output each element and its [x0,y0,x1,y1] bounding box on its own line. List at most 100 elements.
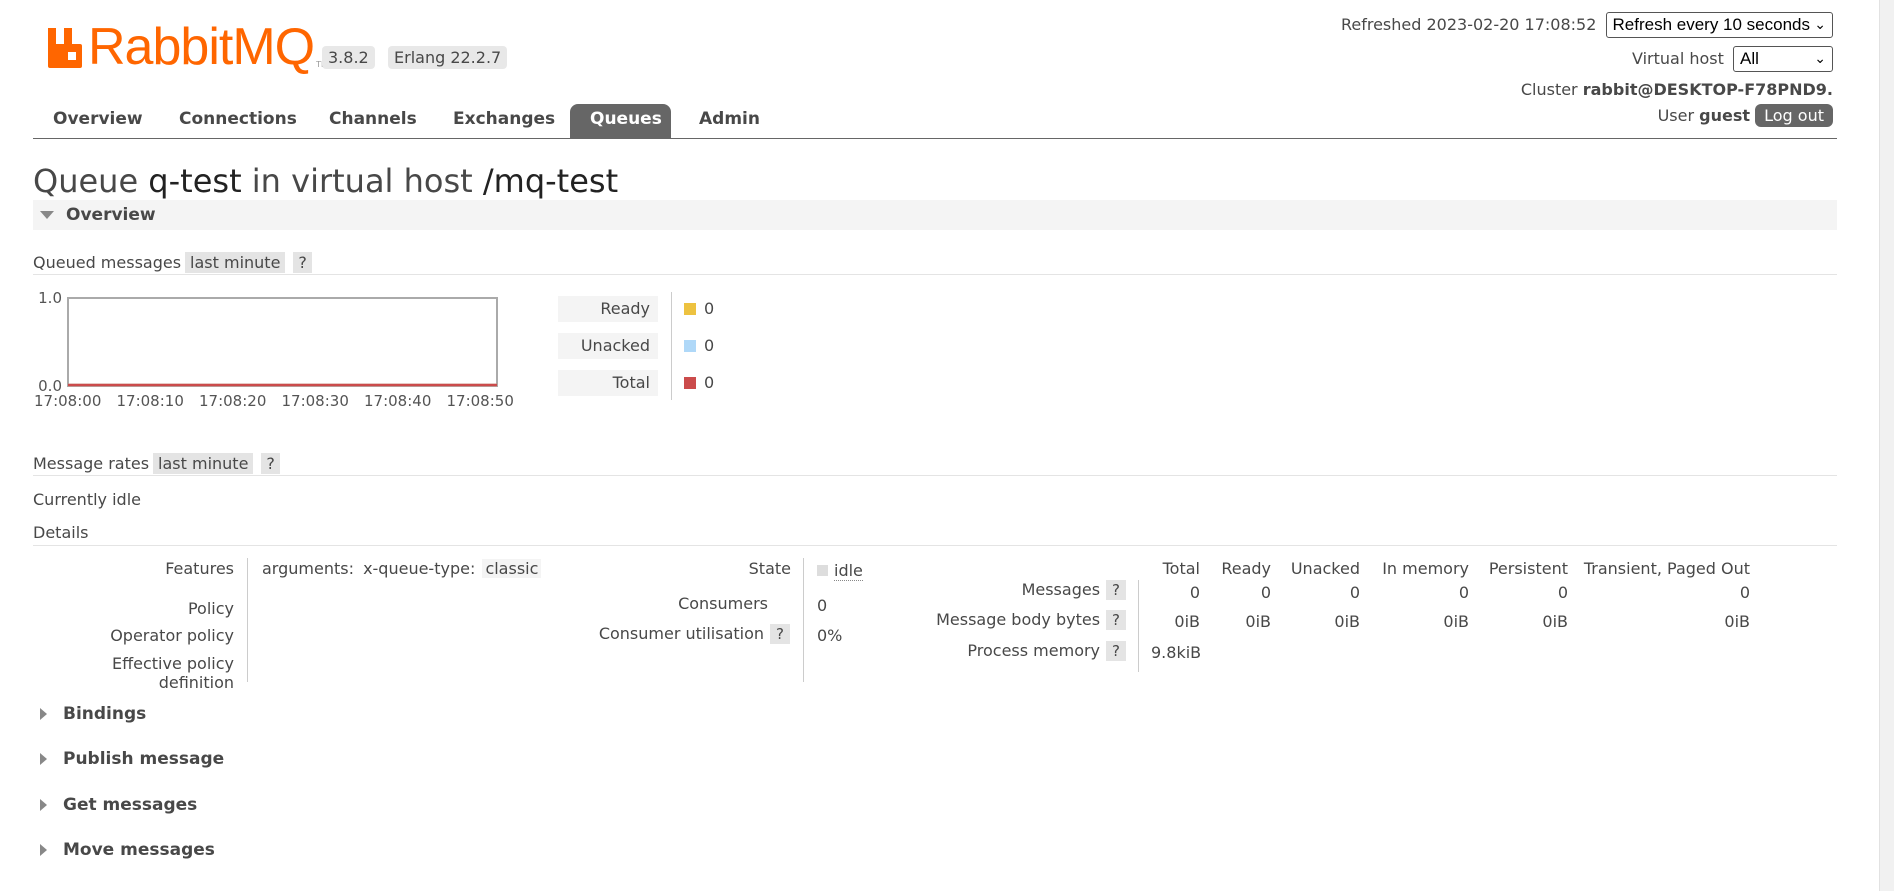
collapsed-icon [40,753,47,765]
legend-total-label: Total [558,370,658,396]
state-label: State [748,559,791,578]
features-key: arguments: [262,559,354,578]
queued-messages-label: Queued messages [33,253,182,272]
refresh-select-value: Refresh every 10 seconds [1612,15,1811,34]
body-bytes-total: 0iB [1174,612,1200,631]
consumers-label: Consumers [678,594,768,613]
legend-total-value: 0 [684,373,714,392]
cluster-row: Cluster rabbit@DESKTOP-F78PND9. [1521,80,1833,99]
ready-swatch [684,303,696,315]
queued-range-selector[interactable]: last minute [185,252,286,273]
user-value: guest [1699,106,1751,125]
consumers-value: 0 [817,596,828,615]
messages-transient: 0 [1739,583,1750,602]
collapsed-icon [40,708,47,720]
page-title: Queue q-test in virtual host /mq-test [33,162,618,200]
user-label: User [1657,106,1695,125]
queued-messages-chart: 1.00.017:08:00 17:08:10 17:08:20 17:08:30 17… [34,289,514,410]
tab-connections[interactable]: Connections [159,104,317,138]
x-tick-label: 17:08:40 [364,392,431,410]
state-indicator-icon [817,565,828,576]
section-publish-message[interactable]: Publish message [40,749,224,769]
col-transient-paged-out: Transient, Paged Out [1583,559,1750,578]
tab-channels[interactable]: Channels [309,104,437,138]
logout-button[interactable]: Log out [1755,104,1833,127]
rabbitmq-logo[interactable]: RabbitMQ TM [46,18,328,76]
overview-section-bar[interactable] [33,200,1837,230]
tab-queues[interactable]: Queues [570,104,671,138]
overview-toggle[interactable]: Overview [40,205,156,225]
collapsed-icon [40,844,47,856]
divider [33,545,1837,546]
user-row: User guest Log out [1657,104,1833,127]
tab-exchanges[interactable]: Exchanges [433,104,575,138]
vhost-select[interactable]: All ⌄ [1733,46,1833,72]
refreshed-text: Refreshed 2023-02-20 17:08:52 [1340,15,1597,34]
details-separator [803,558,804,682]
help-button[interactable]: ? [261,453,280,474]
process-memory-label: Process memory? [900,641,1126,661]
body-bytes-transient: 0iB [1724,612,1750,631]
cluster-label: Cluster [1520,80,1578,99]
details-label: Details [33,523,89,542]
section-get-messages[interactable]: Get messages [40,795,197,815]
section-bindings[interactable]: Bindings [40,704,146,724]
messages-label: Messages? [900,580,1126,600]
total-swatch [684,377,696,389]
details-separator [1138,580,1139,672]
legend-ready-value: 0 [684,299,714,318]
y-tick-label: 1.0 [38,289,62,307]
body-bytes-persistent: 0iB [1542,612,1568,631]
help-button[interactable]: ? [1106,641,1126,661]
col-ready: Ready [1221,559,1271,578]
vhost-name: /mq-test [482,162,619,200]
messages-persistent: 0 [1557,583,1568,602]
help-button[interactable]: ? [1106,580,1126,600]
erlang-badge: Erlang 22.2.7 [388,46,508,69]
logo-text: RabbitMQ [88,18,315,76]
overview-heading: Overview [66,205,156,225]
chevron-down-icon: ⌄ [1814,50,1826,66]
col-total: Total [1162,559,1200,578]
version-badge: 3.8.2 [322,46,375,69]
col-in-memory: In memory [1382,559,1469,578]
features-label: Features [165,559,234,578]
help-button[interactable]: ? [770,624,790,644]
page-scrollbar[interactable] [1879,0,1894,891]
vhost-label: Virtual host [1632,49,1724,68]
unacked-swatch [684,340,696,352]
legend-unacked-value: 0 [684,336,714,355]
messages-total: 0 [1189,583,1200,602]
cluster-value: rabbit@DESKTOP-F78PND9. [1582,80,1833,99]
messages-ready: 0 [1260,583,1271,602]
legend-separator [671,292,672,400]
tab-overview[interactable]: Overview [33,104,163,138]
section-move-messages[interactable]: Move messages [40,840,215,860]
messages-in-memory: 0 [1458,583,1469,602]
x-tick-label: 17:08:10 [117,392,184,410]
policy-label: Policy [187,599,234,618]
idle-text: Currently idle [33,490,141,509]
body-bytes-ready: 0iB [1245,612,1271,631]
expanded-icon [40,211,54,219]
help-button[interactable]: ? [1106,610,1126,630]
section-publish-label: Publish message [63,749,225,769]
message-body-bytes-label: Message body bytes? [900,610,1126,630]
chevron-down-icon: ⌄ [1814,16,1826,32]
process-memory-value: 9.8kiB [1151,643,1202,662]
title-prefix: Queue [33,162,139,200]
collapsed-icon [40,799,47,811]
legend-ready-label: Ready [558,296,658,322]
details-separator [247,558,248,682]
consumer-utilisation-value: 0% [817,626,843,645]
messages-unacked: 0 [1349,583,1360,602]
operator-policy-label: Operator policy [110,626,234,645]
rates-range-selector[interactable]: last minute [153,453,254,474]
body-bytes-in-memory: 0iB [1443,612,1469,631]
tab-admin[interactable]: Admin [679,104,780,138]
divider [33,475,1837,476]
message-rates-label: Message rates [33,454,150,473]
body-bytes-unacked: 0iB [1334,612,1360,631]
refresh-select[interactable]: Refresh every 10 seconds ⌄ [1605,12,1833,38]
help-button[interactable]: ? [293,252,312,273]
